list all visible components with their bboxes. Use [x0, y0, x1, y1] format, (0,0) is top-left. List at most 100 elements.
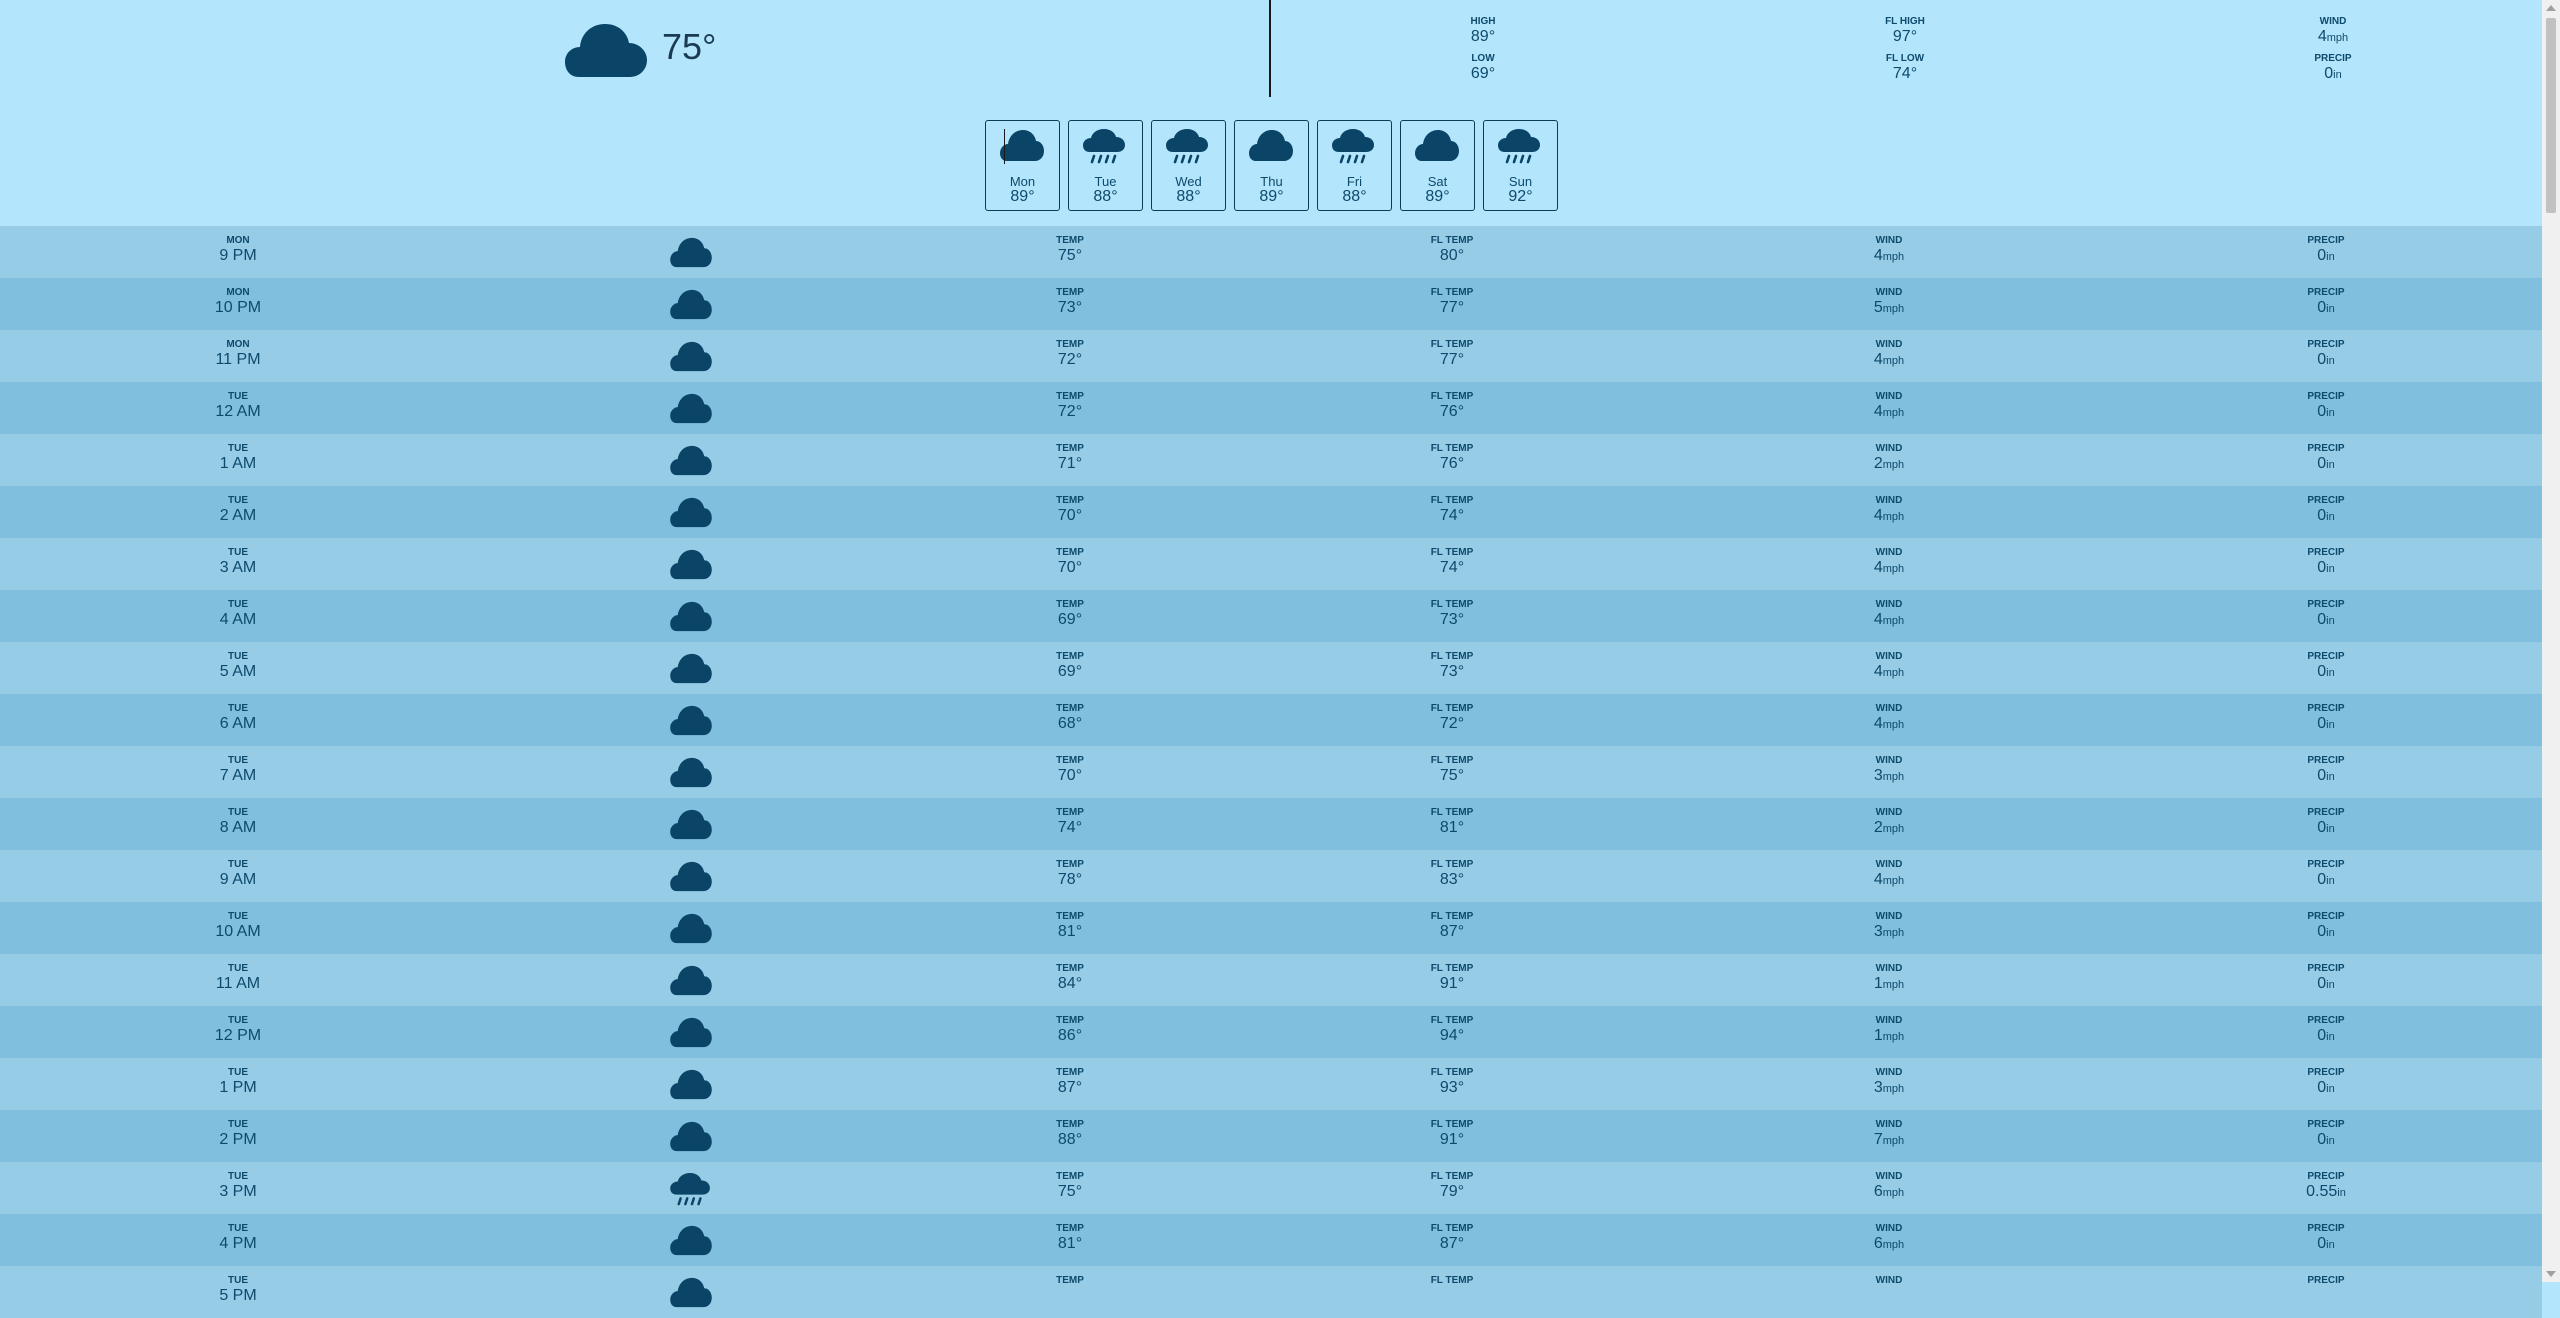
cloud-icon	[670, 913, 712, 944]
hour-time: TUE 6 AM	[219, 703, 257, 732]
hour-time: TUE 1 AM	[219, 443, 257, 472]
hourly-row: TUE 1 AM TEMP 71° FL TEMP 76° WIND 2mph PRECIP 0i…	[0, 434, 2542, 486]
day-high-temp: 89°	[1010, 188, 1035, 205]
day-high-temp: 88°	[1176, 188, 1201, 205]
hourly-row: TUE 5 AM TEMP 69° FL TEMP 73° WIND 4mph PRECIP 0i…	[0, 642, 2542, 694]
day-card-sun[interactable]: Sun 92°	[1483, 120, 1558, 211]
hour-time: TUE 12 AM	[215, 391, 261, 420]
hour-time: TUE 2 AM	[219, 495, 257, 524]
hour-wind: WIND 4mph	[1873, 651, 1905, 680]
hour-precip: PRECIP 0in	[2307, 703, 2345, 732]
hour-time: TUE 3 AM	[219, 547, 257, 576]
hour-time: TUE 5 AM	[219, 651, 257, 680]
hour-precip: PRECIP 0in	[2307, 807, 2345, 836]
hour-temp: TEMP 74°	[1056, 807, 1084, 836]
divider	[1269, 0, 1271, 97]
scroll-down-arrow-icon[interactable]	[2546, 1271, 2556, 1277]
hour-feels-like: FL TEMP 77°	[1430, 287, 1474, 316]
hour-precip: PRECIP 0in	[2307, 599, 2345, 628]
hour-wind: WIND 4mph	[1873, 391, 1905, 420]
stat-low: LOW 69°	[1470, 53, 1496, 82]
hour-time: TUE 4 AM	[219, 599, 257, 628]
hour-precip: PRECIP 0in	[2307, 547, 2345, 576]
rain-cloud-icon	[1498, 129, 1540, 164]
hour-temp: TEMP 70°	[1056, 495, 1084, 524]
text-cursor	[1004, 129, 1005, 164]
cloud-icon	[670, 497, 712, 528]
hour-time: TUE 7 AM	[219, 755, 257, 784]
hour-precip: PRECIP 0in	[2307, 1067, 2345, 1096]
day-card-fri[interactable]: Fri 88°	[1317, 120, 1392, 211]
hour-feels-like: FL TEMP 87°	[1430, 1223, 1474, 1252]
cloud-icon	[670, 705, 712, 736]
hour-precip: PRECIP 0in	[2307, 235, 2345, 264]
hour-feels-like: FL TEMP 74°	[1430, 547, 1474, 576]
hour-feels-like: FL TEMP 83°	[1430, 859, 1474, 888]
hour-feels-like: FL TEMP 75°	[1430, 755, 1474, 784]
hour-time: TUE 2 PM	[219, 1119, 257, 1148]
hour-temp: TEMP 81°	[1056, 911, 1084, 940]
hour-feels-like: FL TEMP	[1430, 1275, 1474, 1286]
day-card-wed[interactable]: Wed 88°	[1151, 120, 1226, 211]
hour-feels-like: FL TEMP 73°	[1430, 599, 1474, 628]
hour-wind: WIND 4mph	[1873, 235, 1905, 264]
hour-feels-like: FL TEMP 73°	[1430, 651, 1474, 680]
cloud-icon	[670, 549, 712, 580]
hourly-row: MON 10 PM TEMP 73° FL TEMP 77° WIND 5mph PRECIP 0…	[0, 278, 2542, 330]
hour-wind: WIND 3mph	[1873, 1067, 1905, 1096]
hour-temp: TEMP 70°	[1056, 755, 1084, 784]
day-card-mon[interactable]: Mon 89°	[985, 120, 1060, 211]
cloud-icon	[670, 341, 712, 372]
scroll-up-arrow-icon[interactable]	[2546, 5, 2556, 11]
hourly-row: TUE 12 AM TEMP 72° FL TEMP 76° WIND 4mph PRECIP 0…	[0, 382, 2542, 434]
hour-time: MON 9 PM	[219, 235, 257, 264]
hourly-row: TUE 3 PM TEMP 75° FL TEMP 79° WIND 6mph PRECIP 0.…	[0, 1162, 2542, 1214]
day-name: Mon	[1009, 174, 1036, 189]
hour-wind: WIND 2mph	[1873, 443, 1905, 472]
hour-feels-like: FL TEMP 93°	[1430, 1067, 1474, 1096]
cloud-icon	[670, 601, 712, 632]
hour-wind: WIND 3mph	[1873, 755, 1905, 784]
day-name: Sat	[1427, 174, 1448, 189]
current-temp: 75°	[662, 26, 717, 67]
hour-wind: WIND 5mph	[1873, 287, 1905, 316]
hour-temp: TEMP 72°	[1056, 339, 1084, 368]
hour-temp: TEMP 72°	[1056, 391, 1084, 420]
rain-cloud-icon	[1332, 129, 1374, 164]
stat-high: HIGH 89°	[1470, 16, 1496, 45]
cloud-icon	[1415, 130, 1459, 161]
hour-temp: TEMP 75°	[1056, 1171, 1084, 1200]
day-high-temp: 89°	[1425, 188, 1450, 205]
hour-precip: PRECIP 0in	[2307, 339, 2345, 368]
day-name: Tue	[1094, 174, 1117, 189]
hourly-row: TUE 3 AM TEMP 70° FL TEMP 74° WIND 4mph PRECIP 0i…	[0, 538, 2542, 590]
hour-feels-like: FL TEMP 91°	[1430, 1119, 1474, 1148]
day-name: Fri	[1346, 174, 1363, 189]
hour-precip: PRECIP 0in	[2307, 651, 2345, 680]
hour-precip: PRECIP 0in	[2307, 859, 2345, 888]
hour-precip: PRECIP 0.55in	[2306, 1171, 2346, 1200]
day-card-sat[interactable]: Sat 89°	[1400, 120, 1475, 211]
hour-temp: TEMP 69°	[1056, 599, 1084, 628]
hour-precip: PRECIP 0in	[2307, 495, 2345, 524]
hour-temp: TEMP 73°	[1056, 287, 1084, 316]
hour-time: TUE 4 PM	[219, 1223, 257, 1252]
day-high-temp: 92°	[1508, 188, 1533, 205]
cloud-icon	[565, 24, 647, 77]
hour-time: TUE 11 AM	[215, 963, 261, 992]
scrollbar[interactable]	[2542, 0, 2560, 1282]
hour-time: TUE 1 PM	[219, 1067, 257, 1096]
hour-wind: WIND 4mph	[1873, 495, 1905, 524]
hour-wind: WIND 7mph	[1873, 1119, 1905, 1148]
scrollbar-thumb[interactable]	[2546, 18, 2556, 213]
day-card-thu[interactable]: Thu 89°	[1234, 120, 1309, 211]
hour-precip: PRECIP 0in	[2307, 443, 2345, 472]
hour-feels-like: FL TEMP 77°	[1430, 339, 1474, 368]
rain-cloud-icon	[1166, 129, 1208, 164]
hourly-row: TUE 4 AM TEMP 69° FL TEMP 73° WIND 4mph PRECIP 0i…	[0, 590, 2542, 642]
day-card-tue[interactable]: Tue 88°	[1068, 120, 1143, 211]
hourly-row: TUE 8 AM TEMP 74° FL TEMP 81° WIND 2mph PRECIP 0i…	[0, 798, 2542, 850]
hourly-row: TUE 2 AM TEMP 70° FL TEMP 74° WIND 4mph PRECIP 0i…	[0, 486, 2542, 538]
cloud-icon	[670, 393, 712, 424]
cloud-icon	[670, 1121, 712, 1152]
